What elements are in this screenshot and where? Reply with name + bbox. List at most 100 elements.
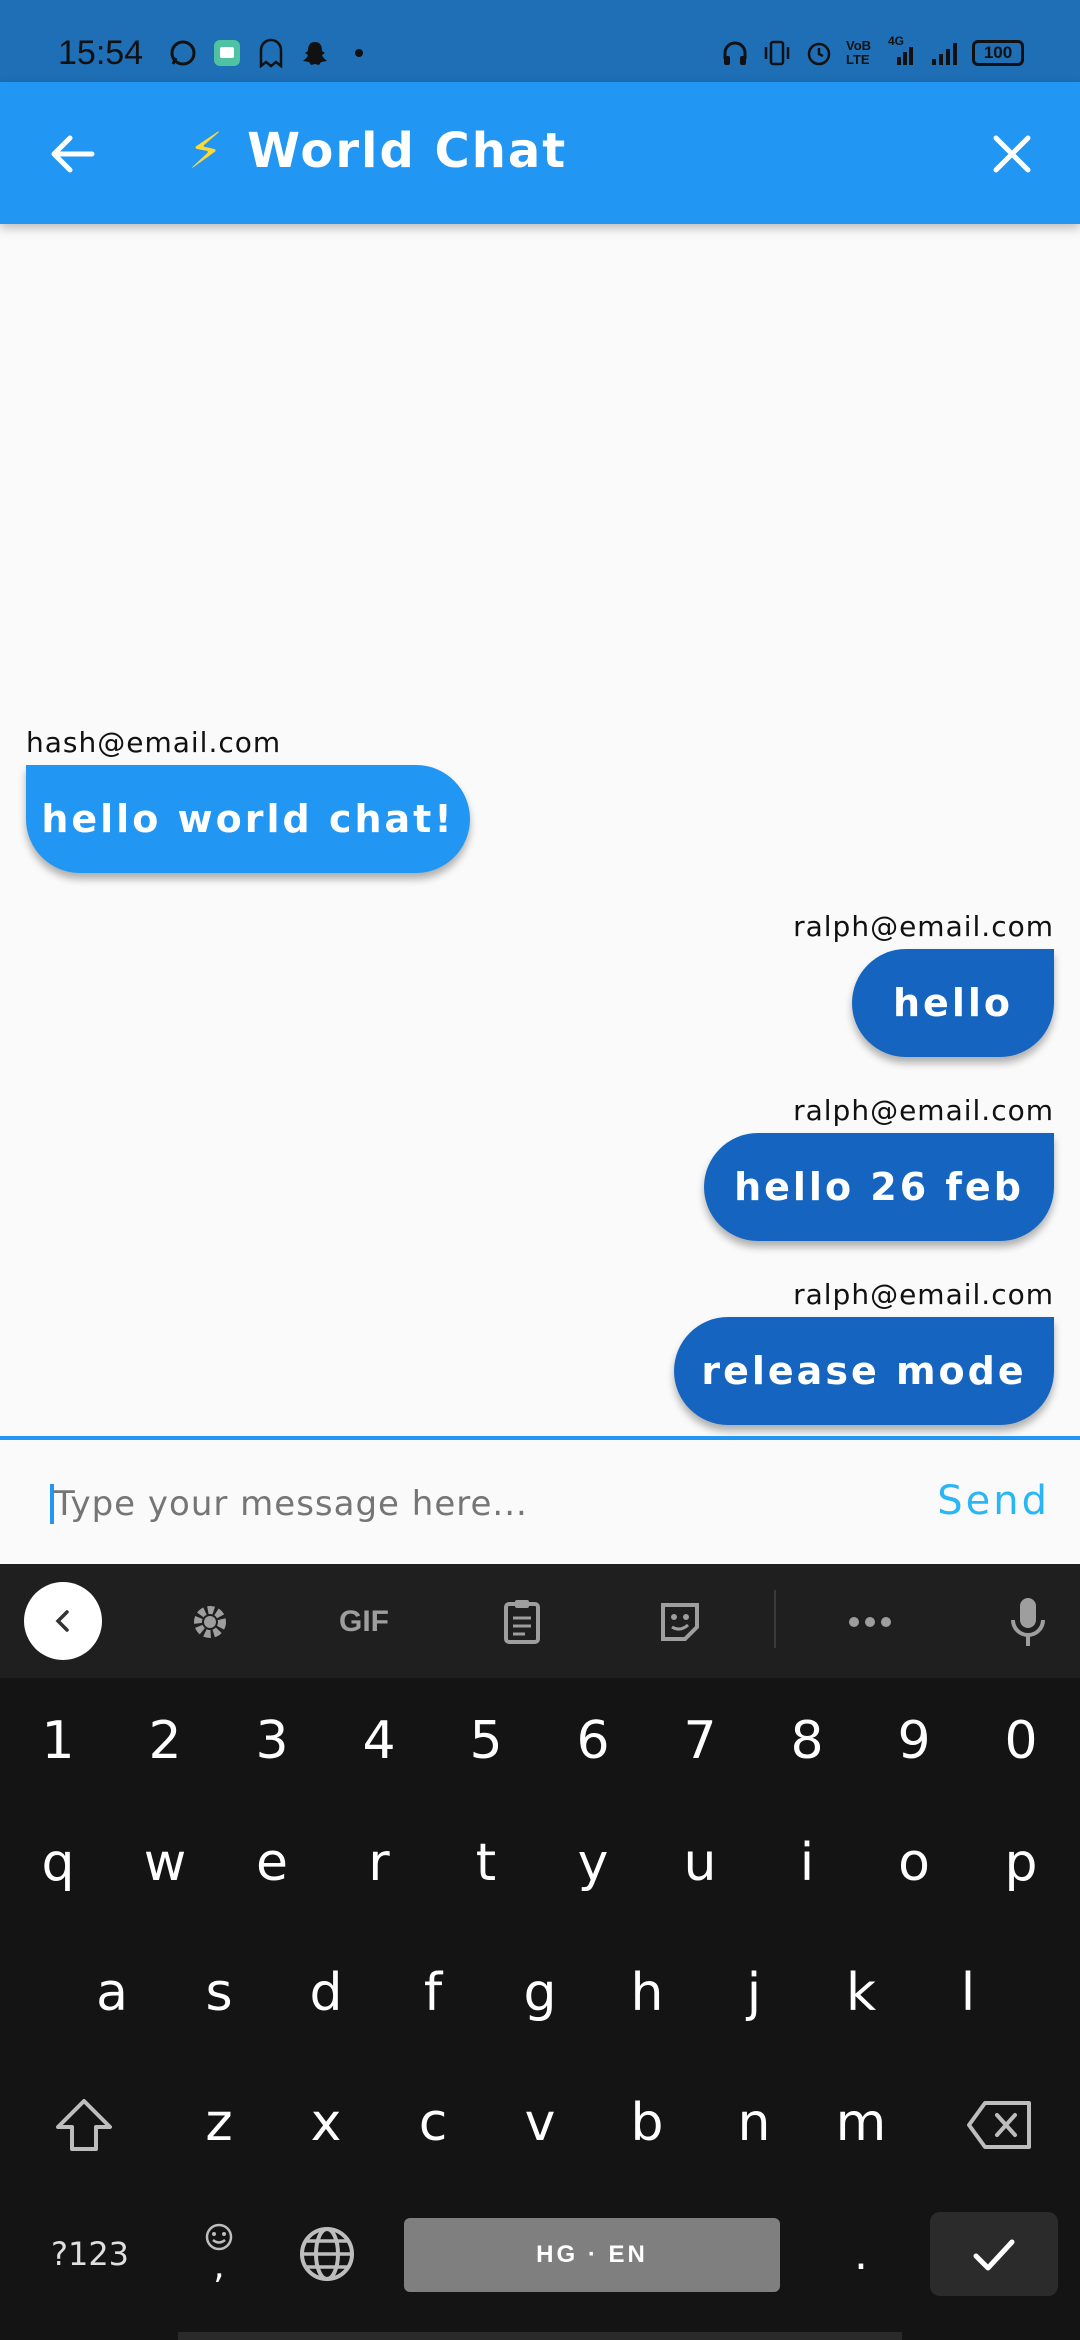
key[interactable]: h	[599, 1938, 695, 2048]
microphone-icon	[1011, 1598, 1045, 1646]
key[interactable]: c	[385, 2068, 481, 2178]
message-list[interactable]: hash@email.com hello world chat! ralph@e…	[0, 224, 1080, 1438]
key[interactable]: p	[973, 1808, 1069, 1918]
key[interactable]: 7	[652, 1686, 748, 1796]
key[interactable]: x	[278, 2068, 374, 2178]
more-options-button[interactable]	[844, 1596, 896, 1648]
system-icons: VoB LTE 4G 100	[720, 34, 1024, 68]
keyboard-row-1: q w e r t y u i o p	[0, 1808, 1080, 1918]
message-input[interactable]: Type your message here...	[54, 1484, 528, 1524]
emoji-comma-key[interactable]: ,	[184, 2204, 254, 2300]
message-item: ralph@email.com release mode	[674, 1278, 1054, 1425]
more-notifications-dot-icon	[344, 38, 374, 68]
key[interactable]: f	[385, 1938, 481, 2048]
message-sender: ralph@email.com	[793, 910, 1054, 943]
language-key[interactable]	[290, 2212, 364, 2296]
gif-button[interactable]: GIF	[332, 1596, 396, 1648]
globe-icon	[300, 2227, 354, 2281]
backspace-icon	[967, 2101, 1031, 2149]
message-bubble: hello 26 feb	[704, 1133, 1054, 1241]
keyboard-collapse-button[interactable]	[24, 1582, 102, 1660]
sticker-button[interactable]	[654, 1596, 706, 1648]
key[interactable]: 6	[545, 1686, 641, 1796]
key[interactable]: k	[813, 1938, 909, 2048]
key[interactable]: u	[652, 1808, 748, 1918]
alarm-icon	[804, 38, 834, 68]
key[interactable]: m	[813, 2068, 909, 2178]
message-item: hash@email.com hello world chat!	[26, 726, 470, 873]
message-sender: ralph@email.com	[793, 1094, 1054, 1127]
key[interactable]: q	[10, 1808, 106, 1918]
comma-label: ,	[213, 2246, 225, 2287]
keyboard-row-3: z x c v b n m	[0, 2068, 1080, 2178]
key[interactable]: i	[759, 1808, 855, 1918]
status-bar: 15:54 VoB LTE 4G 100	[0, 0, 1080, 82]
volte-indicator: VoB LTE	[846, 38, 872, 67]
close-button[interactable]	[984, 126, 1040, 182]
keyboard-settings-button[interactable]	[184, 1596, 236, 1648]
key[interactable]: z	[171, 2068, 267, 2178]
space-key[interactable]: HG · EN	[404, 2218, 780, 2292]
symbols-key[interactable]: ?123	[30, 2212, 150, 2296]
period-key[interactable]: .	[826, 2212, 896, 2296]
page-title: World Chat	[247, 123, 568, 179]
message-sender: ralph@email.com	[793, 1278, 1054, 1311]
enter-key[interactable]	[930, 2212, 1058, 2296]
key[interactable]: a	[64, 1938, 160, 2048]
key[interactable]: 5	[438, 1686, 534, 1796]
4g-signal-icon: 4G	[888, 34, 918, 68]
lightning-emoji: ⚡	[188, 122, 224, 180]
shift-icon	[56, 2099, 112, 2151]
app-bar: ⚡ World Chat	[0, 82, 1080, 224]
key[interactable]: s	[171, 1938, 267, 2048]
headphones-icon	[720, 38, 750, 68]
send-button[interactable]: Send	[937, 1478, 1050, 1524]
key[interactable]: 9	[866, 1686, 962, 1796]
backspace-key[interactable]	[950, 2090, 1050, 2160]
key[interactable]: e	[224, 1808, 320, 1918]
keyboard-row-2: a s d f g h j k l	[0, 1938, 1080, 2048]
voice-input-button[interactable]	[1002, 1596, 1054, 1648]
keyboard-toolbar: GIF	[0, 1564, 1080, 1678]
close-icon	[993, 135, 1031, 173]
key[interactable]: b	[599, 2068, 695, 2178]
message-item: ralph@email.com hello	[793, 910, 1054, 1057]
key[interactable]: j	[706, 1938, 802, 2048]
soft-keyboard: GIF 1 2 3 4 5 6 7 8 9 0 q w e r t y u i …	[0, 1564, 1080, 2340]
snapchat-icon	[300, 38, 330, 68]
toolbar-divider	[774, 1590, 776, 1648]
arrow-back-icon	[51, 135, 95, 173]
message-composer: Type your message here... Send	[0, 1436, 1080, 1564]
keyboard-row-numbers: 1 2 3 4 5 6 7 8 9 0	[0, 1686, 1080, 1796]
sticker-icon	[661, 1603, 699, 1641]
shift-key[interactable]	[34, 2090, 134, 2160]
key[interactable]: 8	[759, 1686, 855, 1796]
key[interactable]: 4	[331, 1686, 427, 1796]
key[interactable]: t	[438, 1808, 534, 1918]
key[interactable]: 3	[224, 1686, 320, 1796]
clipboard-button[interactable]	[496, 1596, 548, 1648]
key[interactable]: 0	[973, 1686, 1069, 1796]
title-wrap: ⚡ World Chat	[188, 122, 567, 180]
key[interactable]: r	[331, 1808, 427, 1918]
message-bubble: release mode	[674, 1317, 1054, 1425]
key[interactable]: g	[492, 1938, 588, 2048]
more-horizontal-icon	[849, 1617, 891, 1627]
key[interactable]: l	[920, 1938, 1016, 2048]
key[interactable]: 1	[10, 1686, 106, 1796]
back-button[interactable]	[44, 126, 100, 182]
messages-app-icon	[212, 38, 242, 68]
key[interactable]: y	[545, 1808, 641, 1918]
status-time: 15:54	[58, 34, 144, 72]
checkmark-icon	[973, 2239, 1015, 2271]
key[interactable]: v	[492, 2068, 588, 2178]
ghost-app-icon	[256, 38, 286, 68]
key[interactable]: 2	[117, 1686, 213, 1796]
signal-strength-icon	[930, 38, 960, 68]
notification-icons	[168, 38, 374, 68]
key[interactable]: d	[278, 1938, 374, 2048]
key[interactable]: n	[706, 2068, 802, 2178]
key[interactable]: o	[866, 1808, 962, 1918]
message-item: ralph@email.com hello 26 feb	[704, 1094, 1054, 1241]
key[interactable]: w	[117, 1808, 213, 1918]
